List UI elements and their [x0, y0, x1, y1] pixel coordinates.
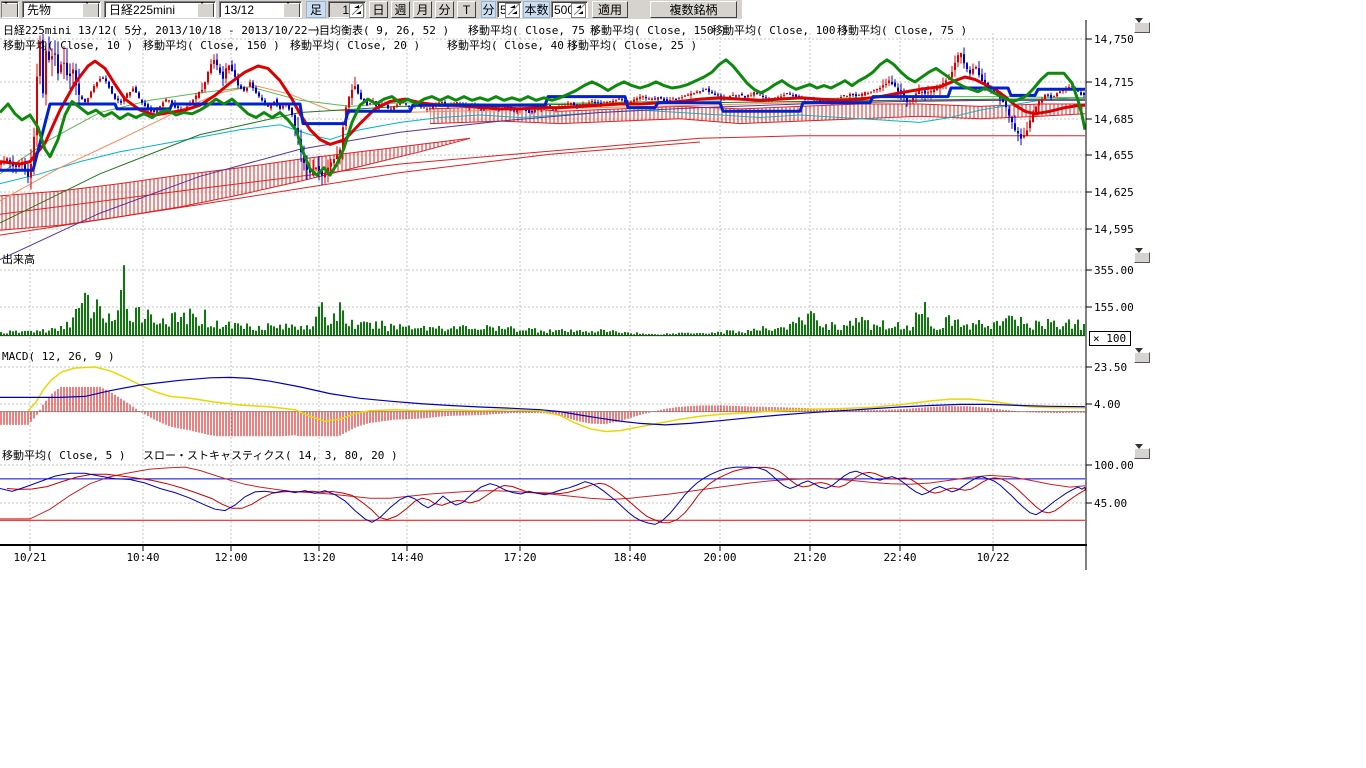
ma20-legend: 移動平均( Close, 20 ): [290, 37, 420, 53]
spinner-icon[interactable]: [571, 3, 586, 18]
market-combo[interactable]: 先物: [22, 1, 101, 18]
ma40-legend: 移動平均( Close, 40 ): [447, 37, 577, 53]
chevron-down-icon[interactable]: [82, 3, 99, 18]
chevron-down-icon: [1135, 248, 1143, 270]
ma75b-legend: 移動平均( Close, 75 ): [837, 22, 967, 38]
x-tick-label: 10/21: [8, 551, 52, 564]
price-axis-label: 14,655: [1094, 149, 1134, 162]
x-tick-label: 10:40: [121, 551, 165, 564]
volume-panel-label: 出来高: [2, 251, 35, 267]
chevron-down-icon: [1135, 444, 1143, 466]
minute-button[interactable]: 分: [435, 1, 454, 18]
stoch-panel-label: スロー・ストキャスティクス( 14, 3, 80, 20 ): [143, 447, 398, 463]
macd-axis-label: 23.50: [1094, 361, 1127, 374]
bar-count-label: 本数: [523, 1, 550, 18]
contract-month-value: 13/12: [224, 3, 254, 17]
ma150b-legend: 移動平均( Close, 150 ): [143, 37, 280, 53]
x-tick-label: 17:20: [498, 551, 542, 564]
ashi-toggle[interactable]: 足: [306, 1, 326, 18]
weekly-button[interactable]: 週: [391, 1, 410, 18]
price-axis-label: 14,750: [1094, 33, 1134, 46]
contract-month-combo[interactable]: 13/12: [219, 1, 302, 18]
ma150-legend: 移動平均( Close, 150 ): [590, 22, 727, 38]
symbol-combo-value: 日経225mini: [109, 3, 175, 17]
x-tick-label: 14:40: [385, 551, 429, 564]
chart-canvas[interactable]: [0, 0, 1366, 590]
minute-label: 分: [481, 1, 496, 18]
stoch-axis-label: 100.00: [1094, 459, 1134, 472]
ma75-legend: 移動平均( Close, 75 ): [468, 22, 598, 38]
x-tick-label: 12:00: [209, 551, 253, 564]
macd-panel-menu-button[interactable]: [1134, 352, 1150, 363]
stoch-axis-label: 45.00: [1094, 497, 1127, 510]
monthly-button[interactable]: 月: [413, 1, 432, 18]
market-combo-value: 先物: [27, 3, 51, 17]
chevron-down-icon[interactable]: [283, 3, 300, 18]
minute-value-input[interactable]: 5: [497, 1, 522, 18]
daily-button[interactable]: 日: [369, 1, 388, 18]
price-panel-menu-button[interactable]: [1134, 22, 1150, 33]
macd-axis-label: 4.00: [1094, 398, 1121, 411]
stochastics-panel: [0, 467, 1085, 524]
price-axis-label: 14,625: [1094, 186, 1134, 199]
spinner-icon[interactable]: [349, 3, 364, 18]
chevron-down-icon[interactable]: [197, 3, 214, 18]
stoch-ma-label: 移動平均( Close, 5 ): [2, 447, 125, 463]
stoch-panel-menu-button[interactable]: [1134, 448, 1150, 459]
toolbar: 先物 日経225mini 13/12 足 1 日 週 月 分 T 分 5 本数 …: [0, 0, 742, 19]
chart-title-legend: 日経225mini 13/12( 5分, 2013/10/18 - 2013/1…: [3, 22, 321, 38]
x-tick-label: 13:20: [297, 551, 341, 564]
ashi-interval-value: 1: [342, 3, 349, 17]
volume-multiplier-box: × 100: [1089, 331, 1131, 346]
chevron-down-icon: [1135, 18, 1143, 40]
bar-count-input[interactable]: 500: [551, 1, 588, 18]
tick-button[interactable]: T: [457, 1, 476, 18]
x-tick-label: 20:00: [698, 551, 742, 564]
ma100-legend: 移動平均( Close, 100 ): [712, 22, 849, 38]
volume-axis-label: 355.00: [1094, 264, 1134, 277]
multi-symbol-button[interactable]: 複数銘柄: [650, 1, 737, 18]
x-tick-label: 22:40: [878, 551, 922, 564]
ichimoku-cloud: [0, 104, 1085, 230]
macd-panel-label: MACD( 12, 26, 9 ): [2, 350, 115, 363]
volume-bars: [0, 265, 1085, 335]
symbol-combo[interactable]: 日経225mini: [104, 1, 216, 18]
spinner-icon[interactable]: [505, 3, 520, 18]
mini-combo[interactable]: [1, 1, 19, 18]
macd-panel: [0, 367, 1085, 436]
apply-button[interactable]: 適用: [592, 1, 628, 18]
volume-axis-label: 155.00: [1094, 301, 1134, 314]
x-tick-label: 18:40: [608, 551, 652, 564]
price-axis-label: 14,595: [1094, 223, 1134, 236]
price-axis-label: 14,715: [1094, 76, 1134, 89]
chevron-down-icon: [1135, 348, 1143, 370]
x-tick-label: 21:20: [788, 551, 832, 564]
ma25-legend: 移動平均( Close, 25 ): [567, 37, 697, 53]
ichimoku-legend: 一目均衡表( 9, 26, 52 ): [308, 22, 449, 38]
chevron-down-icon[interactable]: [1, 3, 18, 18]
price-axis-label: 14,685: [1094, 113, 1134, 126]
ma10-legend: 移動平均( Close, 10 ): [3, 37, 133, 53]
ashi-interval-input[interactable]: 1: [328, 1, 366, 18]
x-tick-label: 10/22: [971, 551, 1015, 564]
volume-panel-menu-button[interactable]: [1134, 252, 1150, 263]
